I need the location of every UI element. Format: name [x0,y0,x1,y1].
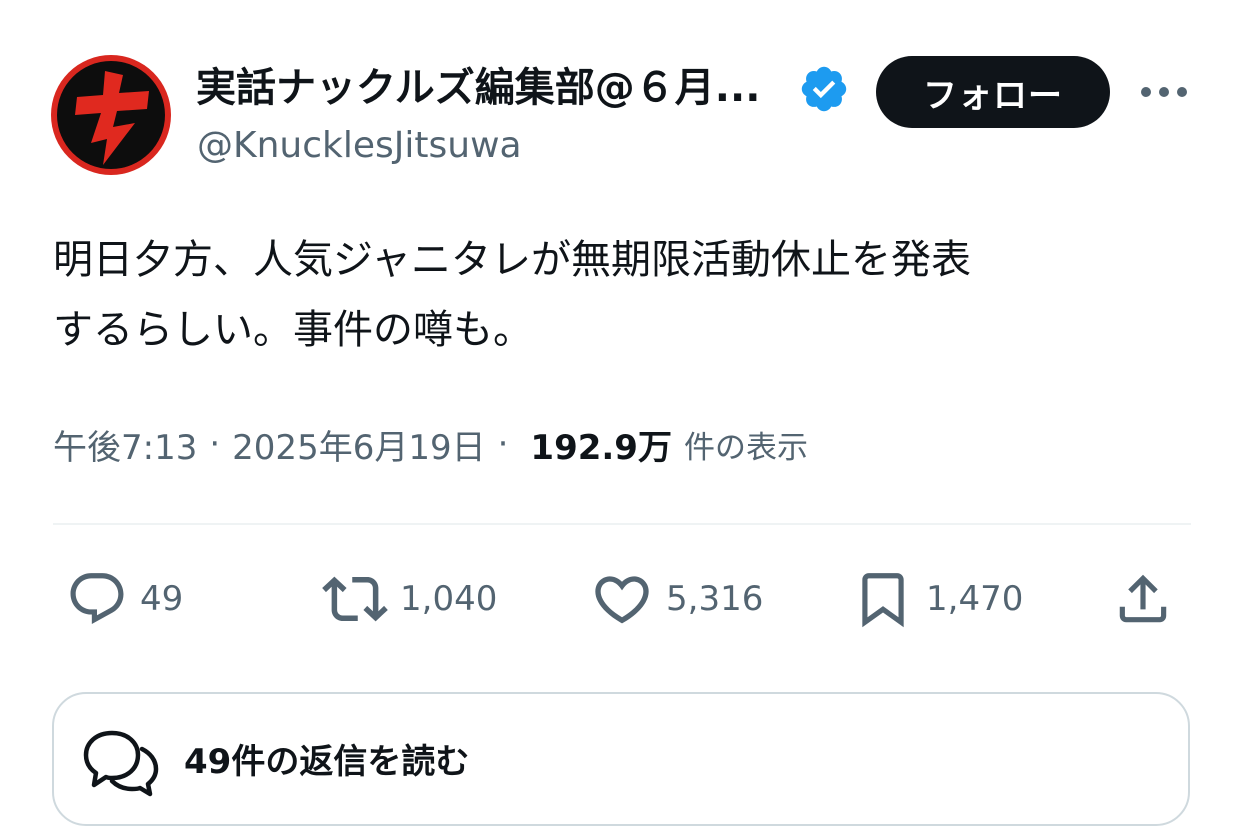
tweet-text: 明日夕方、人気ジャニタレが無期限活動休止を発表 するらしい。事件の噂も。 [53,225,1193,365]
like-button[interactable]: 5,316 [590,566,763,632]
retweet-icon [322,576,388,622]
view-count[interactable]: 192.9万 [530,420,672,469]
like-count: 5,316 [666,579,764,619]
reply-count: 49 [140,579,184,619]
meta-separator: · [497,424,509,464]
tweet-text-line-1: 明日夕方、人気ジャニタレが無期限活動休止を発表 [53,237,971,283]
tweet-date[interactable]: 2025年6月19日 [232,420,485,469]
author-handle[interactable]: @KnucklesJitsuwa [197,124,522,168]
tweet-header: 実話ナックルズ編集部@６月... @KnucklesJitsuwa フォロー [0,0,1242,190]
read-replies-button[interactable]: 49件の返信を読む [52,692,1190,826]
share-icon [1119,574,1167,623]
bookmark-icon [862,573,904,628]
heart-icon [595,576,649,624]
follow-button[interactable]: フォロー [876,56,1110,128]
more-options-button[interactable] [1136,70,1192,114]
bookmark-count: 1,470 [926,579,1024,619]
bookmark-button[interactable]: 1,470 [852,566,1023,632]
retweet-count: 1,040 [400,579,498,619]
display-name[interactable]: 実話ナックルズ編集部@６月... [196,64,760,112]
meta-separator: · [209,424,221,464]
conversation-icon [83,730,159,797]
verified-badge-icon [801,66,847,112]
share-button[interactable] [1112,566,1174,632]
avatar[interactable] [51,55,171,175]
avatar-logo-icon [75,71,149,165]
reply-button[interactable]: 49 [66,566,183,632]
tweet-text-line-2: するらしい。事件の噂も。 [53,307,533,353]
avatar-image [57,61,165,169]
read-replies-label: 49件の返信を読む [184,742,470,782]
retweet-button[interactable]: 1,040 [322,566,497,632]
more-horizontal-icon [1141,87,1187,97]
tweet-meta: 午後7:13 · 2025年6月19日 · 192.9万 件の表示 [53,416,808,472]
tweet-time[interactable]: 午後7:13 [53,420,197,469]
view-count-label: 件の表示 [683,429,808,466]
divider [53,523,1191,525]
reply-icon [70,573,124,625]
